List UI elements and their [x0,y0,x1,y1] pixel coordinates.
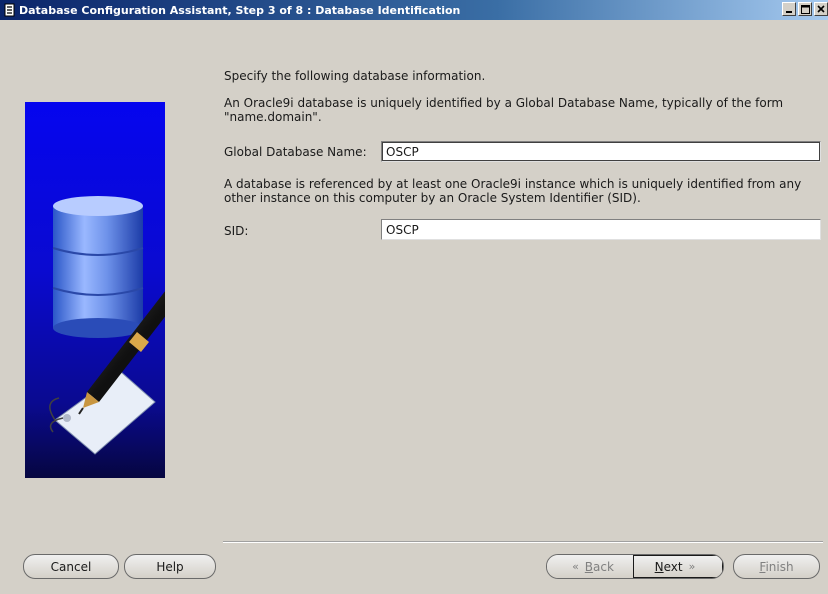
close-icon [817,5,825,13]
help-button[interactable]: Help [124,554,216,579]
window-controls [782,2,828,16]
minimize-button[interactable] [782,2,796,16]
global-database-name-label: Global Database Name: [224,145,367,159]
intro-text: Specify the following database informati… [224,69,486,83]
maximize-button[interactable] [798,2,812,16]
close-button[interactable] [814,2,828,16]
global-database-name-field[interactable] [381,141,821,162]
next-mnemonic: N [654,559,664,574]
back-label-rest: ack [593,559,614,574]
sid-description-line1: A database is referenced by at least one… [224,177,802,191]
finish-label-rest: inish [765,559,794,574]
finish-label: Finish [759,560,793,574]
button-separator [223,541,823,543]
maximize-icon [800,4,810,14]
back-label: Back [585,560,614,574]
sid-description-line2: other instance on this computer by an Or… [224,191,641,205]
wizard-illustration [25,102,165,478]
double-chevron-right-icon: » [688,560,696,573]
double-chevron-left-icon: « [572,560,579,573]
help-label: Help [156,559,184,574]
back-button[interactable]: « Back [547,555,633,578]
finish-button[interactable]: Finish [733,554,820,579]
sid-label: SID: [224,224,249,238]
database-app-icon[interactable] [3,3,17,17]
cancel-label: Cancel [50,559,92,574]
database-pen-illustration [49,196,165,455]
global-name-description-line1: An Oracle9i database is uniquely identif… [224,96,784,110]
next-label: Next [655,560,683,574]
global-name-description-line2: "name.domain". [224,110,322,124]
window-title: Database Configuration Assistant, Step 3… [19,3,461,17]
navigation-button-group: « Back Next » [546,554,724,579]
next-label-rest: ext [663,559,683,574]
next-button[interactable]: Next » [633,555,723,578]
back-mnemonic: B [584,559,594,574]
dbca-window: Database Configuration Assistant, Step 3… [0,0,828,594]
sid-field[interactable] [381,219,821,240]
minimize-icon [786,11,792,13]
cancel-button[interactable]: Cancel [23,554,119,579]
title-bar[interactable]: Database Configuration Assistant, Step 3… [0,0,828,20]
